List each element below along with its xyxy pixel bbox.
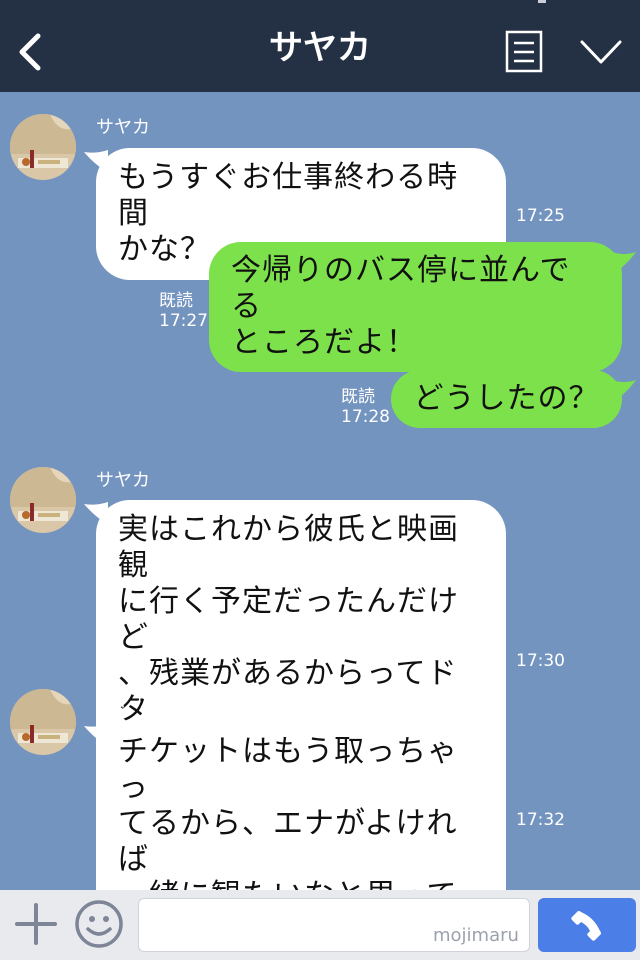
avatar[interactable] — [10, 114, 76, 180]
phone-icon — [571, 911, 601, 941]
chevron-left-icon — [19, 33, 41, 71]
watermark-text: mojimaru — [433, 925, 519, 946]
message-text: どうしたの？ — [413, 381, 600, 416]
sender-name: サヤカ — [96, 691, 150, 712]
avatar-photo-icon — [10, 114, 76, 180]
avatar[interactable] — [10, 689, 76, 755]
avatar-photo-icon — [10, 467, 76, 533]
message-time: 17:28 — [341, 407, 390, 427]
collapse-button[interactable] — [576, 34, 626, 70]
status-notch — [538, 0, 546, 3]
note-list-button[interactable] — [504, 30, 544, 74]
call-button[interactable] — [538, 898, 636, 952]
sender-name: サヤカ — [96, 117, 150, 138]
chat-title: サヤカ — [269, 28, 371, 68]
emoji-button[interactable] — [74, 899, 124, 949]
avatar-photo-icon — [10, 689, 76, 755]
header-bar: サヤカ — [0, 0, 640, 92]
message-text: 今帰りのバス停に並んでる ところだよ！ — [231, 253, 571, 360]
smiley-icon — [75, 900, 123, 948]
message-bubble[interactable]: 今帰りのバス停に並んでる ところだよ！ — [209, 242, 622, 372]
note-list-icon — [505, 30, 543, 73]
bubble-tail — [612, 380, 636, 402]
message-bubble[interactable]: どうしたの？ — [391, 370, 622, 428]
add-attachment-button[interactable] — [14, 902, 58, 946]
read-status: 既読 — [159, 291, 193, 311]
message-time: 17:25 — [516, 206, 565, 226]
bubble-tail — [612, 252, 636, 274]
read-status: 既読 — [341, 387, 375, 407]
message-time: 17:32 — [516, 810, 565, 830]
chevron-down-icon — [580, 40, 622, 64]
message-time: 17:30 — [516, 651, 565, 671]
avatar[interactable] — [10, 467, 76, 533]
message-text: チケットはもう取っちゃっ てるから、エナがよければ 一緒に観たいなと思って — [118, 734, 459, 913]
back-button[interactable] — [8, 26, 52, 78]
plus-icon — [15, 903, 57, 945]
sender-name: サヤカ — [96, 470, 150, 491]
message-time: 17:27 — [159, 311, 208, 331]
